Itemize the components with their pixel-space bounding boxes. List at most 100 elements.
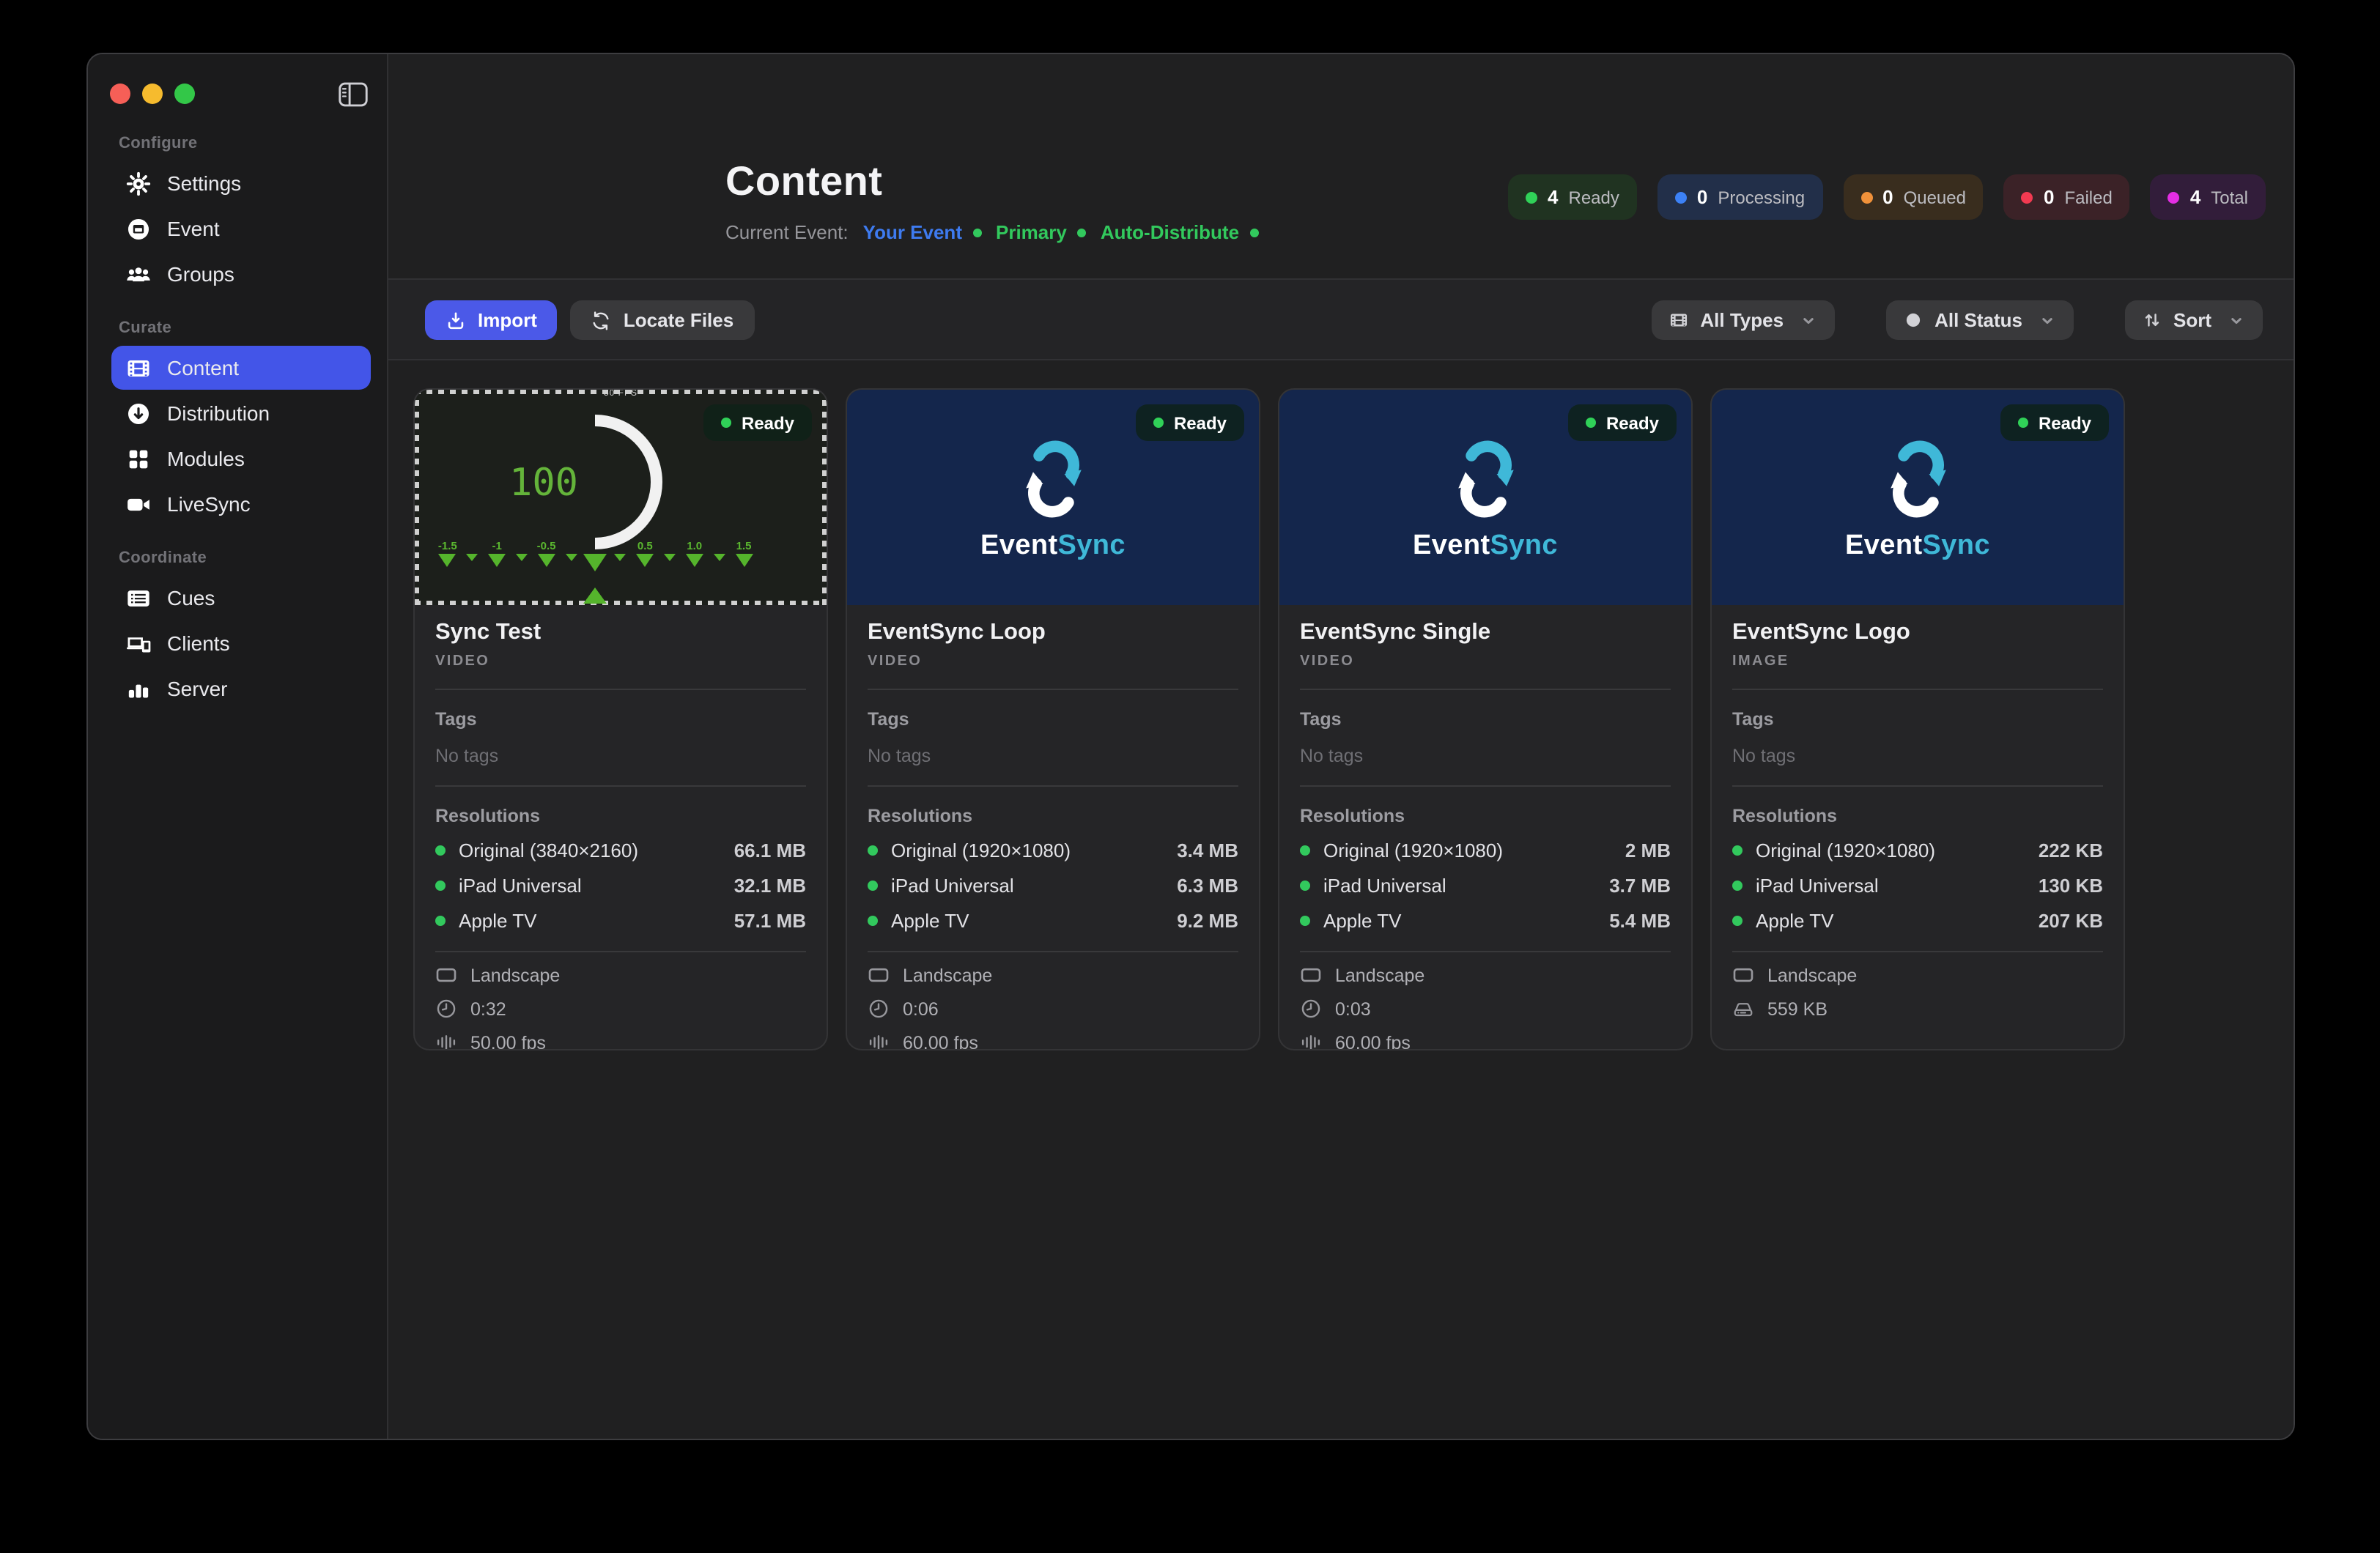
- card-body: EventSync Loop VIDEO Tags No tags Resolu…: [847, 605, 1259, 1050]
- current-event-label: Current Event:: [725, 221, 849, 243]
- card-thumbnail: EventSync Ready: [1712, 390, 2124, 605]
- eventsync-logo-icon: [1440, 433, 1531, 524]
- sidebar-toggle-icon[interactable]: [339, 82, 368, 107]
- resolution-row: Apple TV 207 KB: [1732, 910, 2103, 932]
- sort-dropdown[interactable]: Sort: [2125, 300, 2263, 340]
- ready-badge: Ready: [703, 404, 812, 441]
- main-panel: Content Current Event: Your Event Primar…: [388, 54, 2294, 1439]
- card-meta-row: 50.00 fps: [435, 1031, 806, 1050]
- sidebar-item[interactable]: Content: [111, 346, 371, 390]
- scale-tick: [558, 539, 583, 561]
- sidebar-item[interactable]: Modules: [111, 437, 371, 481]
- sidebar-item[interactable]: Groups: [111, 252, 371, 296]
- waveform-icon: [868, 1031, 890, 1050]
- sidebar-nav: Configure Settings Event: [111, 135, 371, 734]
- close-button[interactable]: [110, 84, 130, 104]
- status-count: 0: [1697, 186, 1707, 208]
- card-meta-text: 50.00 fps: [470, 1032, 546, 1050]
- sidebar-item[interactable]: Clients: [111, 621, 371, 665]
- sidebar-item[interactable]: Cues: [111, 576, 371, 620]
- current-event-name[interactable]: Your Event: [863, 221, 962, 243]
- circle-icon: [1904, 311, 1923, 330]
- resolution-size: 32.1 MB: [734, 875, 806, 897]
- status-label: Ready: [1569, 187, 1619, 207]
- import-icon: [446, 310, 466, 330]
- sidebar-item-label: Clients: [167, 631, 230, 655]
- resolutions-heading: Resolutions: [868, 806, 1238, 826]
- status-dot: [1077, 228, 1086, 237]
- resolution-size: 3.7 MB: [1609, 875, 1671, 897]
- status-dot: [1153, 418, 1164, 428]
- card-type-label: VIDEO: [868, 653, 1238, 670]
- card-meta-row: 559 KB: [1732, 998, 2103, 1020]
- scale-tick-label: 0.5: [638, 539, 653, 554]
- card-meta-row: 0:06: [868, 998, 1238, 1020]
- resolution-status-dot: [1732, 916, 1742, 926]
- modules-icon: [126, 446, 151, 471]
- card-meta-row: 60.00 fps: [1300, 1031, 1671, 1050]
- sync-scale: -1.5: [435, 539, 756, 571]
- sidebar-item-label: Modules: [167, 447, 245, 470]
- card-type-label: IMAGE: [1732, 653, 2103, 670]
- sort-icon: [2143, 311, 2162, 330]
- resolution-status-dot: [1300, 916, 1310, 926]
- resolution-status-dot: [1732, 881, 1742, 891]
- resolution-status-dot: [435, 845, 446, 856]
- card-meta-text: Landscape: [1335, 965, 1424, 985]
- resolution-status-dot: [435, 881, 446, 891]
- clock-icon: [868, 998, 890, 1020]
- resolution-status-dot: [868, 916, 878, 926]
- resolution-size: 6.3 MB: [1177, 875, 1238, 897]
- card-meta-row: Landscape: [1732, 964, 2103, 986]
- import-button[interactable]: Import: [425, 300, 558, 340]
- sidebar-item-label: Distribution: [167, 401, 270, 425]
- landscape-icon: [1300, 964, 1322, 986]
- sidebar-item-label: LiveSync: [167, 492, 251, 516]
- event-flag-label: Primary: [996, 221, 1067, 243]
- content-card[interactable]: 50 FPS 100 -1.5: [413, 388, 828, 1050]
- tags-heading: Tags: [435, 709, 806, 730]
- card-thumbnail: EventSync Ready: [847, 390, 1259, 605]
- sidebar-item-label: Event: [167, 217, 220, 240]
- status-filter-dropdown[interactable]: All Status: [1886, 300, 2074, 340]
- sidebar-item[interactable]: Event: [111, 207, 371, 251]
- card-meta-text: 0:32: [470, 998, 506, 1019]
- scale-tick: -0.5: [534, 539, 559, 567]
- card-meta-row: 0:03: [1300, 998, 1671, 1020]
- type-filter-dropdown[interactable]: All Types: [1652, 300, 1835, 340]
- minimize-button[interactable]: [142, 84, 163, 104]
- scale-tick: -1.5: [435, 539, 460, 567]
- triangle-down-icon: [735, 554, 753, 567]
- waveform-icon: [435, 1031, 457, 1050]
- distribution-icon: [126, 401, 151, 426]
- sidebar-item[interactable]: LiveSync: [111, 482, 371, 526]
- sidebar-item[interactable]: Distribution: [111, 391, 371, 435]
- sidebar-item[interactable]: Server: [111, 667, 371, 711]
- resolution-size: 207 KB: [2039, 910, 2103, 932]
- ready-badge: Ready: [1136, 404, 1244, 441]
- ready-badge-label: Ready: [1606, 412, 1659, 433]
- status-filter-value: All Status: [1934, 309, 2022, 331]
- sidebar-item[interactable]: Settings: [111, 161, 371, 205]
- landscape-icon: [435, 964, 457, 986]
- content-card[interactable]: EventSync Ready EventSync Loop VIDEO: [846, 388, 1260, 1050]
- locate-files-button[interactable]: Locate Files: [571, 300, 754, 340]
- card-title: EventSync Logo: [1732, 620, 2103, 646]
- resolution-name: Apple TV: [459, 910, 537, 932]
- stage: Configure Settings Event: [0, 0, 2380, 1553]
- card-meta-row: 60.00 fps: [868, 1031, 1238, 1050]
- status-dot: [1249, 228, 1258, 237]
- triangle-down-icon: [713, 554, 725, 561]
- card-meta-text: Landscape: [903, 965, 992, 985]
- ready-badge-label: Ready: [1174, 412, 1227, 433]
- card-meta-row: Landscape: [435, 964, 806, 986]
- sidebar-item-label: Server: [167, 677, 227, 700]
- status-badge: 0 Queued: [1843, 174, 1984, 220]
- zoom-button[interactable]: [174, 84, 195, 104]
- status-dot: [2018, 418, 2028, 428]
- livesync-icon: [126, 492, 151, 516]
- content-card[interactable]: EventSync Ready EventSync Logo IMAGE: [1710, 388, 2125, 1050]
- sort-value: Sort: [2173, 309, 2211, 331]
- type-filter-value: All Types: [1700, 309, 1784, 331]
- content-card[interactable]: EventSync Ready EventSync Single VIDEO: [1278, 388, 1693, 1050]
